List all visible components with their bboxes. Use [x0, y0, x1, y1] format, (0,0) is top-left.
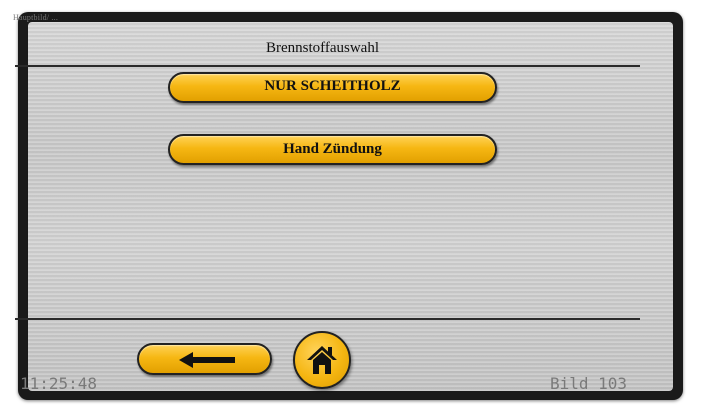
footer-divider — [15, 318, 640, 320]
home-button[interactable] — [293, 331, 351, 389]
ignition-mode-button-label: Hand Zündung — [283, 141, 382, 157]
back-button[interactable] — [137, 343, 272, 375]
home-icon — [307, 346, 337, 374]
arrow-left-icon — [179, 352, 235, 368]
ignition-mode-button[interactable]: Hand Zündung — [168, 134, 497, 165]
breadcrumb[interactable]: Hauptbild/ ... — [13, 13, 58, 22]
header-divider — [15, 65, 640, 67]
page-number: Bild 103 — [550, 374, 628, 393]
fuel-selection-button-label: NUR SCHEITHOLZ — [264, 78, 401, 94]
page-title: Brennstoffauswahl — [265, 40, 380, 56]
fuel-selection-button[interactable]: NUR SCHEITHOLZ — [168, 72, 497, 103]
time-display: 11:25:48 — [20, 374, 98, 393]
